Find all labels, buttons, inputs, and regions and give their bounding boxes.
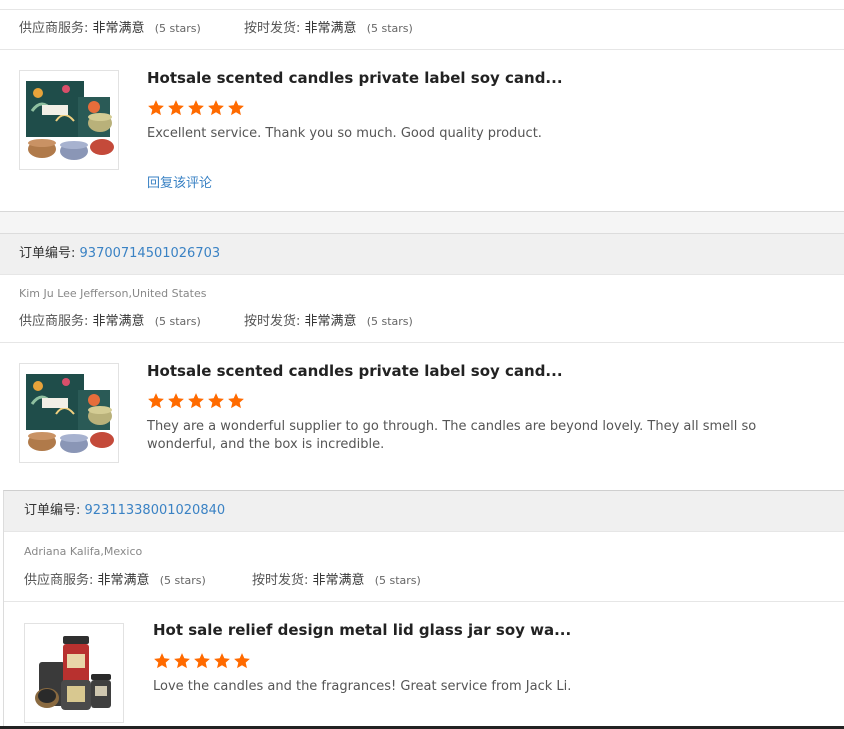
order-number-link[interactable]: 92311338001020840 xyxy=(85,503,226,518)
shipping-stars: (5 stars) xyxy=(366,22,413,35)
star-icon xyxy=(188,100,204,116)
divider xyxy=(0,342,844,343)
star-icon xyxy=(234,653,250,669)
top-divider xyxy=(0,9,844,10)
star-icon xyxy=(174,653,190,669)
section-gap xyxy=(0,212,844,233)
order-header: 订单编号: 93700714501026703 xyxy=(0,233,844,275)
supplier-service-label: 供应商服务: xyxy=(19,314,89,329)
reply-link[interactable]: 回复该评论 xyxy=(147,172,212,191)
divider xyxy=(0,49,844,50)
ratings-row: 供应商服务: 非常满意 (5 stars) 按时发货: 非常满意 (5 star… xyxy=(24,569,584,588)
product-thumbnail[interactable] xyxy=(19,70,119,170)
supplier-service-label: 供应商服务: xyxy=(19,21,89,36)
star-rating xyxy=(153,652,251,670)
product-title[interactable]: Hotsale scented candles private label so… xyxy=(147,362,563,380)
star-rating xyxy=(147,99,245,117)
supplier-service-value: 非常满意 xyxy=(92,314,145,329)
order-number-link[interactable]: 93700714501026703 xyxy=(80,246,221,261)
star-icon xyxy=(194,653,210,669)
review-comment: They are a wonderful supplier to go thro… xyxy=(147,419,757,452)
shipping-label: 按时发货: xyxy=(244,21,301,36)
shipping-label: 按时发货: xyxy=(252,573,309,588)
star-icon xyxy=(214,653,230,669)
candle-box-image xyxy=(26,374,114,453)
supplier-service-stars: (5 stars) xyxy=(159,574,206,587)
star-icon xyxy=(168,100,184,116)
product-title[interactable]: Hotsale scented candles private label so… xyxy=(147,69,563,87)
ratings-row: 供应商服务: 非常满意 (5 stars) 按时发货: 非常满意 (5 star… xyxy=(19,310,579,329)
supplier-service-label: 供应商服务: xyxy=(24,573,94,588)
review-comment: Excellent service. Thank you so much. Go… xyxy=(147,126,542,141)
buyer-info: Adriana Kalifa,Mexico xyxy=(24,545,143,558)
product-thumbnail[interactable] xyxy=(19,363,119,463)
shipping-stars: (5 stars) xyxy=(366,315,413,328)
product-thumbnail[interactable] xyxy=(24,623,124,723)
star-icon xyxy=(154,653,170,669)
star-icon xyxy=(148,393,164,409)
supplier-service-stars: (5 stars) xyxy=(154,22,201,35)
supplier-service-value: 非常满意 xyxy=(97,573,150,588)
star-icon xyxy=(168,393,184,409)
shipping-value: 非常满意 xyxy=(304,21,357,36)
shipping-label: 按时发货: xyxy=(244,314,301,329)
order-number-label: 订单编号: xyxy=(24,503,81,518)
star-icon xyxy=(228,100,244,116)
order-header: 订单编号: 92311338001020840 xyxy=(4,491,844,532)
star-rating xyxy=(147,392,245,410)
shipping-value: 非常满意 xyxy=(304,314,357,329)
product-title[interactable]: Hot sale relief design metal lid glass j… xyxy=(153,621,571,639)
buyer-info: Kim Ju Lee Jefferson,United States xyxy=(19,287,207,300)
star-icon xyxy=(208,100,224,116)
star-icon xyxy=(228,393,244,409)
star-icon xyxy=(188,393,204,409)
star-icon xyxy=(208,393,224,409)
review-comment: Love the candles and the fragrances! Gre… xyxy=(153,679,572,694)
order-number-label: 订单编号: xyxy=(19,246,76,261)
supplier-service-value: 非常满意 xyxy=(92,21,145,36)
divider xyxy=(4,601,844,602)
star-icon xyxy=(148,100,164,116)
ratings-row: 供应商服务: 非常满意 (5 stars) 按时发货: 非常满意 (5 star… xyxy=(19,17,579,36)
shipping-stars: (5 stars) xyxy=(374,574,421,587)
supplier-service-stars: (5 stars) xyxy=(154,315,201,328)
candle-box-image xyxy=(26,81,114,160)
shipping-value: 非常满意 xyxy=(312,573,365,588)
glass-jar-candle-image xyxy=(35,636,111,710)
